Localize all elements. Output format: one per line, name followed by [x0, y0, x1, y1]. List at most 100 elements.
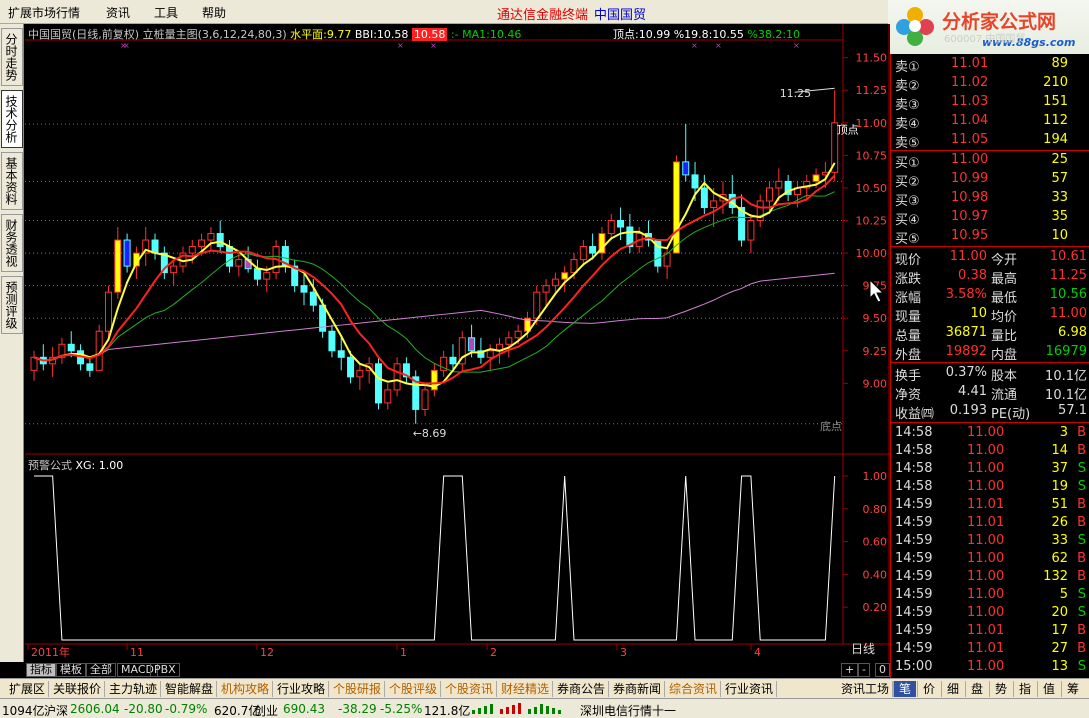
nav-item[interactable]: 主力轨迹	[106, 681, 162, 697]
candle-body	[468, 337, 476, 352]
nav-item[interactable]: 关联报价	[50, 681, 106, 697]
candle-body	[114, 239, 122, 293]
tick-price: 11.00	[967, 587, 1005, 602]
tab-fundamentals[interactable]: 基本资料	[1, 152, 23, 210]
level-label: 水平面:	[290, 28, 327, 41]
tick-volume: 26	[1051, 515, 1068, 530]
candle-body	[207, 233, 215, 241]
candle-body	[393, 363, 401, 391]
nav-item[interactable]: 机构攻略	[218, 681, 274, 697]
ask-label: 卖⑤	[895, 136, 920, 151]
menu-tools[interactable]: 工具	[154, 4, 178, 21]
candle-body	[672, 161, 680, 254]
tick-time: 14:59	[895, 551, 933, 566]
tick-row: 14:59 11.00 132 B	[891, 568, 1089, 587]
detail-tab[interactable]: 笔	[893, 681, 916, 697]
zoom-reset-button[interactable]: 0	[875, 663, 890, 677]
nav-item[interactable]: 个股评级	[386, 681, 442, 697]
tab-intraday[interactable]: 分时走势	[1, 28, 23, 86]
stat-label: 股本	[991, 369, 1018, 384]
zoom-out-button[interactable]: -	[858, 663, 870, 677]
tick-side: S	[1077, 659, 1086, 674]
nav-item[interactable]: 行业资讯	[722, 681, 778, 697]
tab-forecast[interactable]: 预测评级	[1, 276, 23, 334]
nav-item[interactable]: 个股资讯	[442, 681, 498, 697]
ask-row: 卖③ 11.03 151	[891, 93, 1089, 113]
nav-item[interactable]: 个股研报	[330, 681, 386, 697]
tick-time: 15:00	[895, 659, 933, 674]
tab-template[interactable]: 模板	[56, 663, 86, 677]
tick-price: 11.00	[967, 659, 1005, 674]
menu-help[interactable]: 帮助	[202, 4, 226, 21]
price-chart[interactable]: 11.25←8.69顶点底点×× × × × × × 11.5011.2511.0010.…	[25, 24, 890, 662]
stat-row: 外盘 19892 内盘 16979	[891, 343, 1089, 363]
detail-tab[interactable]: 筹	[1061, 681, 1084, 697]
nav-item[interactable]: 扩展区	[6, 681, 50, 697]
detail-tab[interactable]: 细	[941, 681, 964, 697]
nav-item[interactable]: 行业攻略	[274, 681, 330, 697]
ask-row: 卖④ 11.04 112	[891, 112, 1089, 132]
candle-body	[579, 246, 587, 261]
bid-price: 10.99	[951, 171, 989, 186]
menu-extended-market[interactable]: 扩展市场行情	[8, 4, 80, 21]
site-logo: 分析家公式网 www.88gs.com 600007 中国国贸	[888, 0, 1089, 54]
tick-price: 11.01	[967, 641, 1005, 656]
date-label: 2	[490, 646, 497, 659]
stat-value: 0.37%	[945, 365, 987, 380]
tick-price: 11.00	[967, 461, 1005, 476]
price-label: 9.00	[863, 377, 888, 390]
stat-label: 量比	[991, 329, 1018, 344]
chart-area[interactable]: 11.25 ←8.69 顶点 底点 × × × × × × × 11.50 11.25 11.00 10.…	[25, 24, 890, 662]
tick-volume: 132	[1043, 569, 1068, 584]
date-label: 1	[400, 646, 407, 659]
stat-label: 今开	[991, 253, 1018, 268]
stat-value: 16979	[1045, 344, 1087, 359]
tab-technical[interactable]: 技术分析	[1, 90, 23, 148]
cy-value: 690.43	[283, 702, 325, 716]
stat-value: 0.38	[958, 268, 987, 283]
tick-volume: 13	[1051, 659, 1068, 674]
sh-change: -20.80	[124, 702, 163, 716]
nav-item[interactable]: 券商新闻	[610, 681, 666, 697]
info-workshop-button[interactable]: 资讯工场	[838, 681, 894, 697]
nav-item[interactable]: 智能解盘	[162, 681, 218, 697]
ask-volume: 89	[1051, 56, 1068, 71]
tab-financials[interactable]: 财务透视	[1, 214, 23, 272]
candle-body	[775, 180, 783, 189]
xg-label: XG:	[75, 459, 96, 472]
tick-price: 11.01	[967, 497, 1005, 512]
bid-volume: 25	[1051, 152, 1068, 167]
menu-info[interactable]: 资讯	[106, 4, 130, 21]
signal-marker: ×	[715, 41, 722, 50]
detail-tab[interactable]: 盘	[965, 681, 988, 697]
ask-price: 11.01	[951, 56, 989, 71]
nav-item[interactable]: 财经精选	[498, 681, 554, 697]
chart-header: 中国国贸(日线,前复权) 立桩量主图(3,6,12,24,80,3) 水平面:9…	[28, 26, 521, 42]
stat-label: 涨幅	[895, 291, 922, 306]
candle-body	[188, 246, 196, 254]
sh-label[interactable]: 沪深	[44, 702, 68, 718]
candle-body	[198, 239, 206, 248]
zoom-in-button[interactable]: +	[841, 663, 859, 677]
detail-tab[interactable]: 值	[1037, 681, 1060, 697]
tick-price: 11.00	[967, 605, 1005, 620]
nav-item[interactable]: 券商公告	[554, 681, 610, 697]
signal-marker: ×	[793, 41, 800, 50]
tick-price: 11.01	[967, 515, 1005, 530]
bid-volume: 33	[1051, 190, 1068, 205]
bid-row: 买① 11.00 25	[891, 151, 1089, 171]
cy-label[interactable]: 创业	[254, 702, 278, 718]
tab-all[interactable]: 全部	[86, 663, 116, 677]
price-label: 10.50	[856, 182, 888, 195]
candle-body	[309, 291, 317, 306]
tick-side: B	[1077, 569, 1086, 584]
detail-tab[interactable]: 价	[917, 681, 940, 697]
tick-price: 11.00	[967, 533, 1005, 548]
tab-pbx[interactable]: PBX	[150, 663, 180, 677]
detail-tab[interactable]: 指	[1013, 681, 1036, 697]
tab-indicator[interactable]: 指标	[26, 663, 56, 677]
detail-tab[interactable]: 势	[989, 681, 1012, 697]
nav-item[interactable]: 综合资讯	[666, 681, 722, 697]
candle-body	[812, 174, 820, 182]
tick-side: S	[1077, 479, 1086, 494]
